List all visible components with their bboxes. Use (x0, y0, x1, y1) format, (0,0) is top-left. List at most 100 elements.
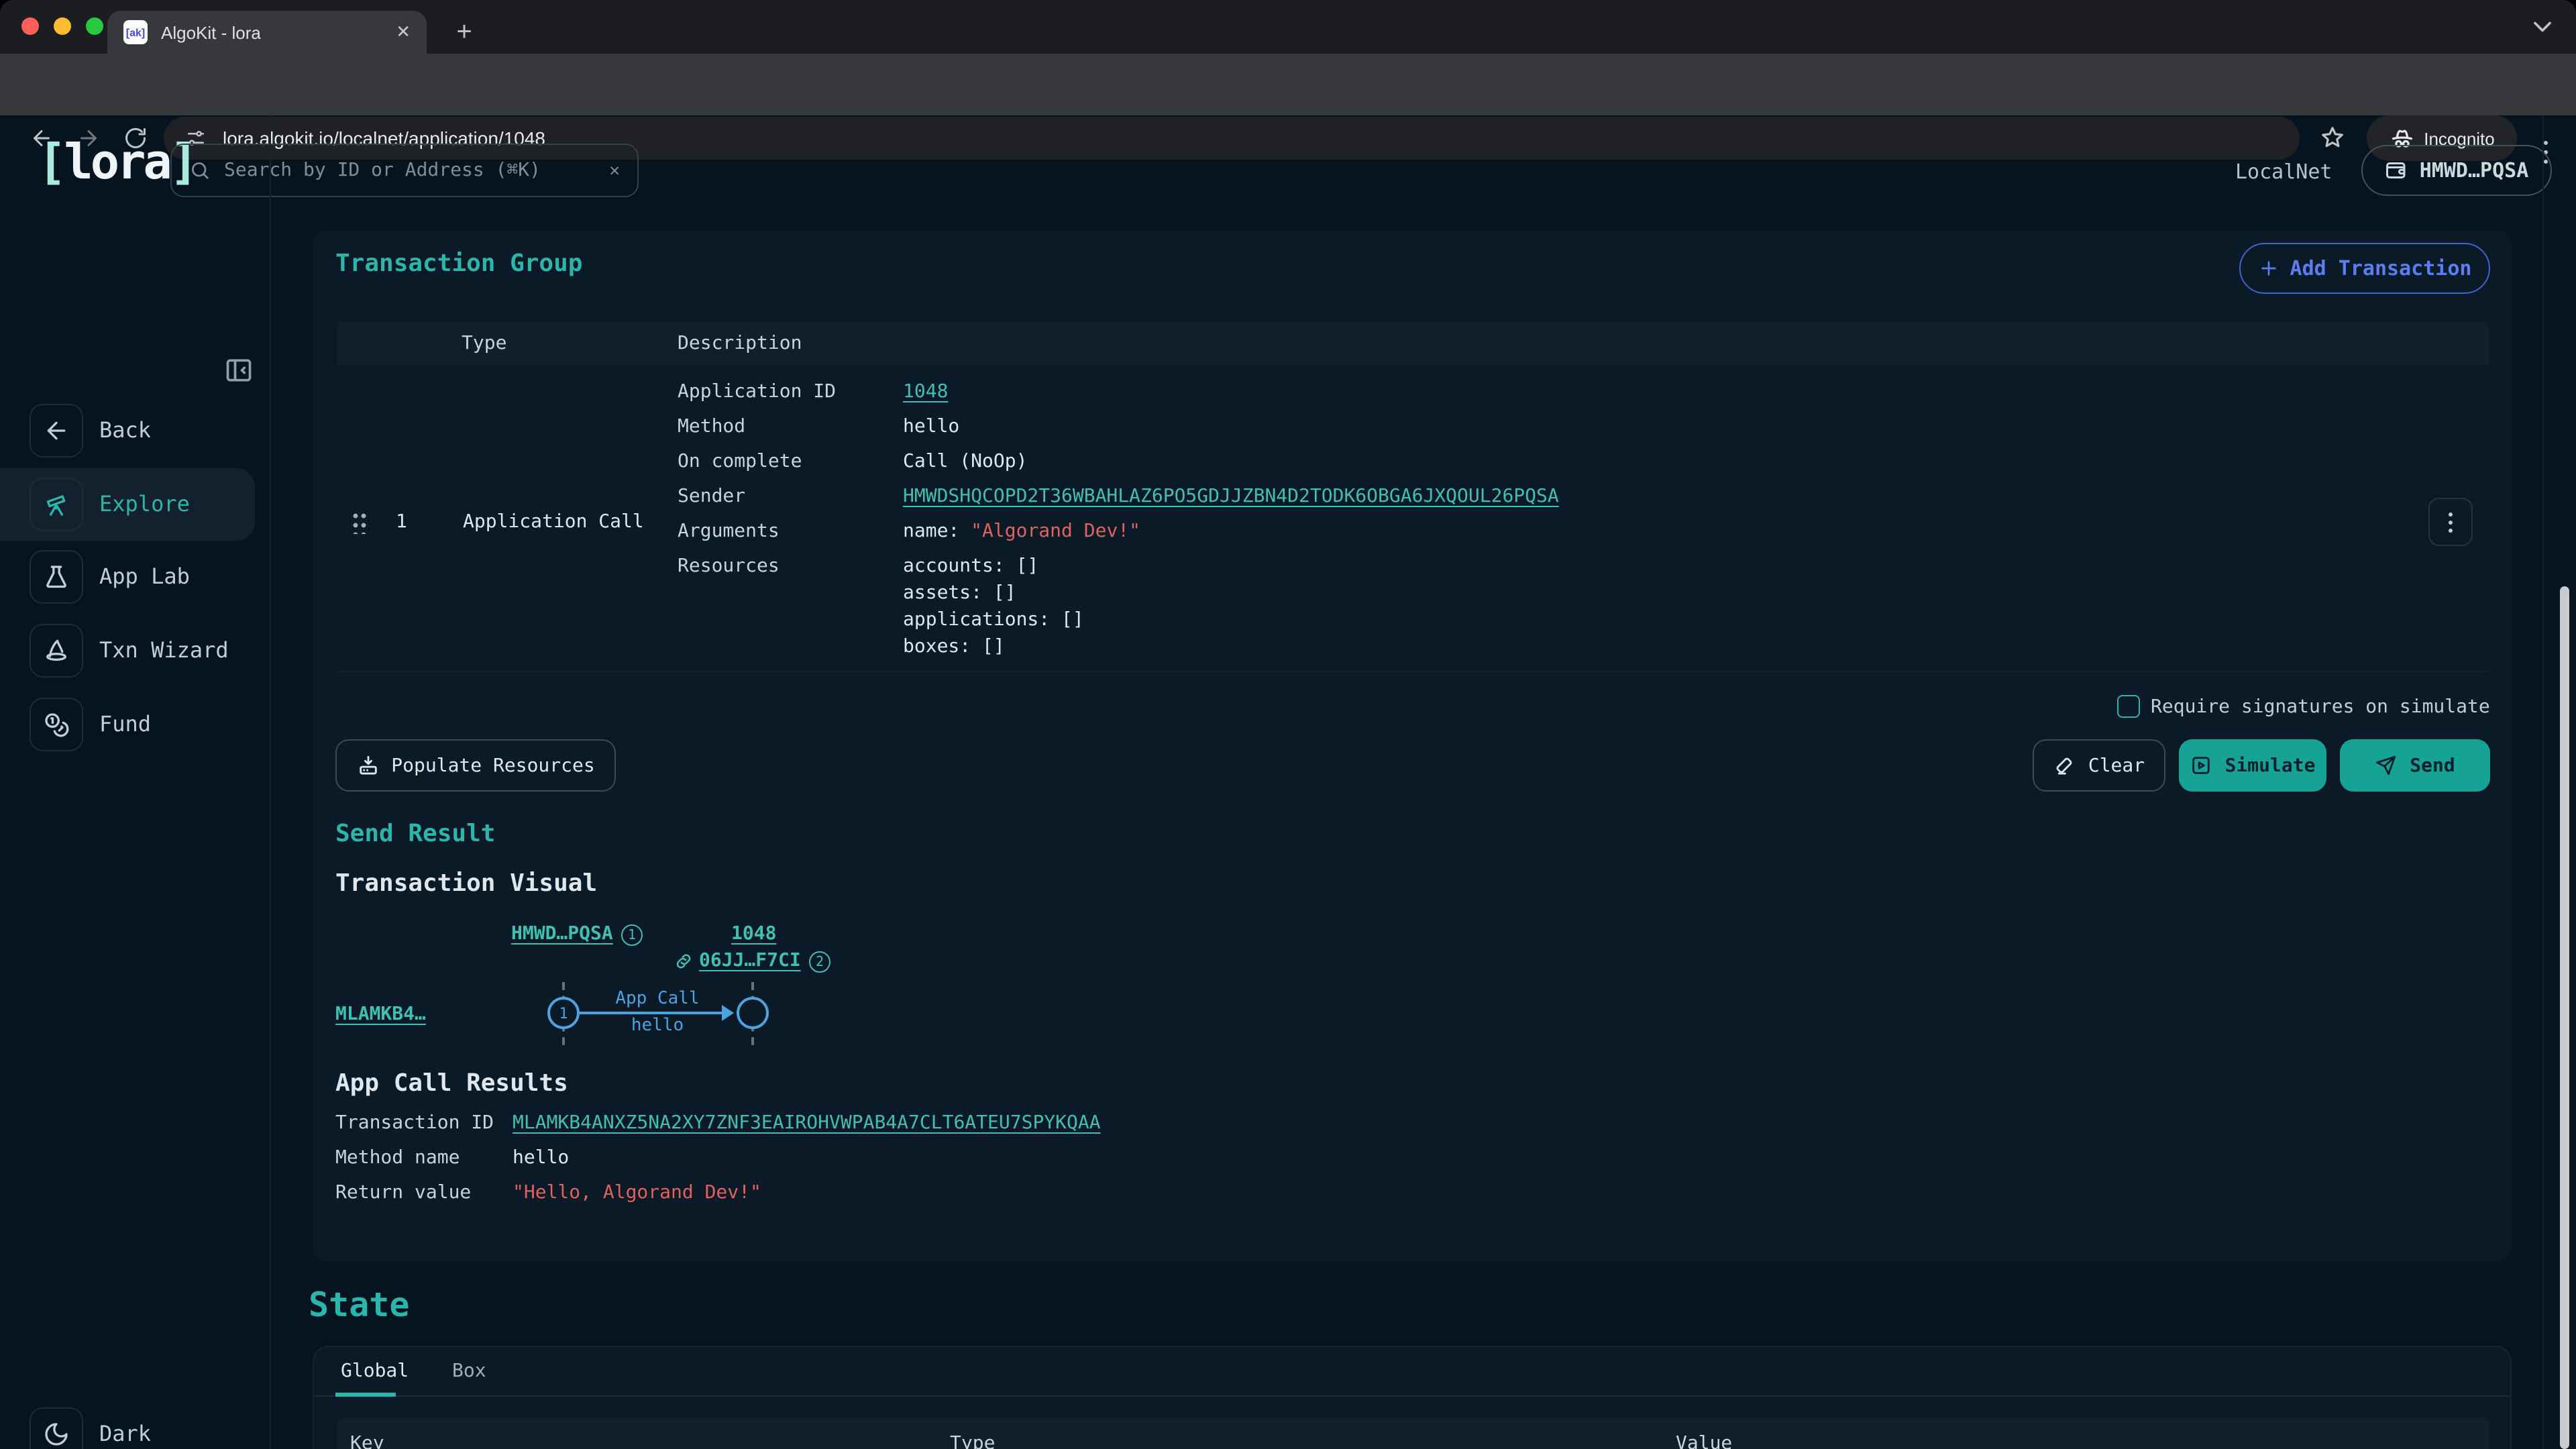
sidebar: Back Explore App Lab Txn Wizard Fund (0, 115, 271, 1449)
wallet-address: HMWD…PQSA (2420, 158, 2529, 182)
field-label: On complete (678, 451, 802, 472)
edge-label-method: hello (610, 1016, 704, 1036)
browser-toolbar: lora.algokit.io/localnet/application/104… (0, 54, 2576, 115)
sidebar-item-txn-wizard[interactable]: Txn Wizard (0, 614, 271, 687)
column-type: Type (950, 1433, 995, 1449)
search-clear-icon[interactable]: ✕ (609, 160, 620, 180)
sidebar-item-explore[interactable]: Explore (0, 468, 255, 541)
new-tab-button[interactable]: + (445, 13, 483, 51)
result-label: Return value (335, 1182, 471, 1203)
tab-search-chevron-icon[interactable] (2528, 12, 2557, 42)
tab-favicon: [ak] (123, 20, 148, 44)
search-input[interactable] (224, 160, 596, 181)
tab-strip: [ak] AlgoKit - lora ✕ + (0, 0, 2576, 54)
tab-box[interactable]: Box (452, 1360, 486, 1382)
sidebar-item-app-lab[interactable]: App Lab (0, 541, 271, 613)
column-description: Description (678, 333, 802, 354)
result-label: Method name (335, 1147, 460, 1169)
column-value: Value (1676, 1433, 1732, 1449)
app-call-results-title: App Call Results (335, 1069, 568, 1097)
method-name-value: hello (513, 1147, 569, 1169)
diagram-sender-badge: 1 (621, 924, 643, 946)
txn-row-type[interactable]: Application Call (463, 511, 644, 533)
method-value: hello (903, 416, 959, 437)
resources-applications: applications: [] (903, 609, 1084, 631)
diagram-arrowhead (722, 1005, 734, 1021)
diagram-app-link[interactable]: 1048 (731, 923, 776, 945)
flask-icon (30, 550, 83, 604)
traffic-light-minimize[interactable] (54, 17, 71, 35)
transaction-visual-title: Transaction Visual (335, 869, 597, 898)
tab-title: AlgoKit - lora (161, 22, 393, 42)
txn-row-menu-button[interactable] (2428, 498, 2473, 546)
populate-resources-button[interactable]: Populate Resources (335, 739, 616, 792)
traffic-light-close[interactable] (21, 17, 39, 35)
txn-row-index: 1 (396, 511, 407, 533)
argument-string: "Algorand Dev!" (971, 521, 1140, 542)
network-label[interactable]: LocalNet (2235, 160, 2332, 184)
require-signatures-label[interactable]: Require signatures on simulate (2151, 696, 2490, 718)
send-result-title: Send Result (335, 820, 495, 848)
application-id-link: 1048 (903, 381, 948, 402)
drag-handle[interactable] (352, 511, 366, 534)
arrow-left-icon (30, 404, 83, 458)
clear-button[interactable]: Clear (2033, 739, 2165, 792)
play-square-icon (2190, 754, 2213, 777)
require-signatures-checkbox[interactable] (2117, 695, 2140, 718)
send-button[interactable]: Send (2340, 739, 2490, 792)
column-key: Key (350, 1433, 384, 1449)
browser-window: [ak] AlgoKit - lora ✕ + lora.algokit.io/… (0, 0, 2576, 1449)
resources-boxes: boxes: [] (903, 636, 1005, 657)
transaction-id-link: MLAMKB4ANXZ5NA2XY7ZNF3EAIROHVWPAB4A7CLT6… (513, 1112, 1101, 1134)
on-complete-value: Call (NoOp) (903, 451, 1027, 472)
state-title: State (309, 1285, 410, 1324)
diagram-group-badge: 2 (809, 951, 830, 973)
edge-label-type: App Call (610, 989, 704, 1009)
download-icon (356, 754, 379, 777)
telescope-icon (30, 478, 83, 531)
traffic-light-zoom[interactable] (86, 17, 103, 35)
add-transaction-button[interactable]: Add Transaction (2239, 243, 2490, 294)
scrollbar-gutter (2542, 115, 2544, 1449)
sidebar-item-dark-mode[interactable]: Dark (0, 1398, 271, 1449)
link-icon (674, 951, 694, 971)
field-label: Method (678, 416, 745, 437)
field-label: Sender (678, 486, 745, 507)
state-table-header (337, 1418, 2489, 1449)
sidebar-item-back[interactable]: Back (0, 394, 271, 467)
tab-close-icon[interactable]: ✕ (393, 21, 413, 43)
eraser-icon (2053, 754, 2076, 777)
diagram-group-link[interactable]: 06JJ…F7CI (699, 950, 801, 971)
browser-menu-icon[interactable] (2544, 127, 2548, 152)
favicon-text: [ak] (126, 26, 145, 38)
tab-global[interactable]: Global (341, 1360, 409, 1382)
diagram-edge (580, 1012, 727, 1014)
simulate-button[interactable]: Simulate (2179, 739, 2326, 792)
diagram-txn-link[interactable]: MLAMKB4… (335, 1004, 426, 1025)
coins-icon (30, 698, 83, 751)
field-label: Arguments (678, 521, 780, 542)
wizard-hat-icon (30, 624, 83, 678)
resources-accounts: accounts: [] (903, 555, 1038, 577)
sender-link: HMWDSHQCOPD2T36WBAHLAZ6PO5GDJJZBN4D2TODK… (903, 486, 1559, 507)
active-tab-indicator (335, 1393, 396, 1397)
wallet-icon (2385, 158, 2409, 182)
txn-table-header (337, 322, 2489, 365)
sidebar-collapse-icon[interactable] (224, 356, 254, 385)
browser-tab[interactable]: [ak] AlgoKit - lora ✕ (107, 11, 427, 54)
moon-icon (30, 1407, 83, 1449)
diagram-sender-link[interactable]: HMWD…PQSA (511, 923, 613, 945)
scrollbar-thumb[interactable] (2560, 586, 2569, 1449)
wallet-button[interactable]: HMWD…PQSA (2361, 145, 2552, 196)
field-label: Resources (678, 555, 780, 577)
sidebar-item-fund[interactable]: Fund (0, 688, 271, 761)
diagram-node-to[interactable] (737, 997, 769, 1029)
column-type: Type (462, 333, 506, 354)
field-label: Application ID (678, 381, 836, 402)
resources-assets: assets: [] (903, 582, 1016, 604)
diagram-node-from[interactable]: 1 (547, 997, 580, 1029)
table-divider (337, 671, 2489, 672)
result-label: Transaction ID (335, 1112, 494, 1134)
bookmark-star-icon[interactable] (2320, 125, 2344, 149)
transaction-group-title: Transaction Group (335, 250, 582, 278)
